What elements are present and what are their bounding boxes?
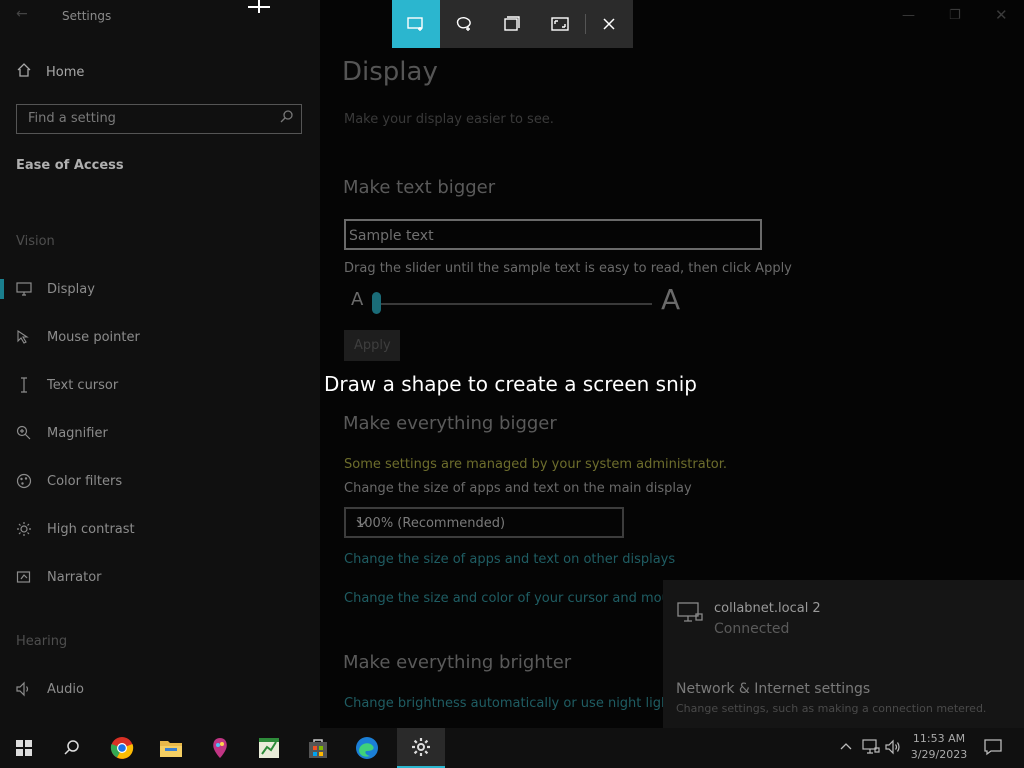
clock-date: 3/29/2023 [910,748,968,761]
text-size-slider-track[interactable] [378,303,652,305]
scale-dropdown[interactable]: 100% (Recommended) [344,507,624,538]
make-text-bigger-heading: Make text bigger [343,177,496,198]
sample-text: Sample text [349,228,434,244]
sidebar-item-magnifier[interactable]: Magnifier [16,425,108,441]
network-settings-link[interactable]: Network & Internet settings [676,681,870,697]
snip-toolbar [392,0,633,48]
clock-time: 11:53 AM [912,732,966,745]
sidebar-item-label: Magnifier [47,425,108,441]
selected-indicator [0,279,4,299]
window-snip-icon[interactable] [488,0,536,48]
sidebar-item-color-filters[interactable]: Color filters [16,473,122,489]
sidebar-item-mouse-pointer[interactable]: Mouse pointer [16,329,140,345]
volume-icon[interactable] [885,739,901,759]
window-close-icon[interactable]: ✕ [995,6,1008,24]
apply-button[interactable]: Apply [344,330,400,361]
home-label: Home [46,64,85,80]
make-everything-bigger-heading: Make everything bigger [343,413,557,434]
sidebar-item-audio[interactable]: Audio [16,681,84,697]
sidebar-item-label: Narrator [47,569,102,585]
mouse-pointer-icon [16,329,32,345]
link-brightness[interactable]: Change brightness automatically or use n… [344,696,674,711]
sidebar-item-display[interactable]: Display [16,281,95,297]
crosshair-cursor-bar [248,6,270,8]
sidebar-item-label: Color filters [47,473,123,489]
back-arrow-icon[interactable]: ← [16,6,28,22]
spreadsheet-icon[interactable] [245,728,293,768]
network-flyout: collabnet.local 2 Connected Network & In… [663,580,1024,728]
sample-text-box: Sample text [344,219,762,250]
audio-icon [16,681,32,697]
snip-instruction: Draw a shape to create a screen snip [324,372,697,396]
scale-label: Change the size of apps and text on the … [344,481,692,496]
slider-hint: Drag the slider until the sample text is… [344,261,792,276]
file-explorer-icon[interactable] [147,728,195,768]
text-cursor-icon [16,377,32,393]
chrome-icon[interactable] [98,728,146,768]
freeform-snip-icon[interactable] [440,0,488,48]
network-status: Connected [714,621,790,637]
sidebar-item-label: High contrast [47,521,135,537]
search-icon[interactable] [279,109,295,129]
minimize-icon[interactable]: — [902,8,915,23]
close-icon[interactable] [585,0,633,48]
taskbar-clock[interactable]: 11:53 AM 3/29/2023 [905,731,973,763]
slider-small-a: A [351,289,364,310]
make-everything-brighter-heading: Make everything brighter [343,652,572,673]
color-filters-icon [16,473,32,489]
search-icon[interactable] [48,728,96,768]
settings-gear-icon[interactable] [397,728,445,768]
taskbar: 11:53 AM 3/29/2023 [0,728,1024,768]
high-contrast-icon [16,521,32,537]
sidebar-item-label: Text cursor [47,377,119,393]
page-title: Display [342,57,438,87]
group-vision-heading: Vision [16,234,55,249]
sidebar-item-narrator[interactable]: Narrator [16,569,102,585]
sidebar-item-high-contrast[interactable]: High contrast [16,521,135,537]
network-ethernet-icon [677,601,703,627]
sidebar-item-label: Mouse pointer [47,329,140,345]
edge-icon[interactable] [343,728,391,768]
sidebar-item-text-cursor[interactable]: Text cursor [16,377,118,393]
apply-label: Apply [354,338,391,353]
window-title: Settings [62,9,112,23]
section-heading: Ease of Access [16,158,124,173]
text-size-slider-thumb[interactable] [372,292,381,314]
windows-start-icon[interactable] [0,728,48,768]
settings-sidebar: ← Settings Home Find a setting Ease of A… [0,0,320,728]
settings-search-input[interactable]: Find a setting [16,104,302,134]
network-tray-icon[interactable] [862,739,880,759]
magnifier-icon [16,425,32,441]
monitor-icon [16,281,32,297]
search-placeholder: Find a setting [28,111,116,126]
network-name[interactable]: collabnet.local 2 [714,601,821,616]
network-settings-description: Change settings, such as making a connec… [676,702,987,715]
action-center-icon[interactable] [984,738,1002,760]
link-cursor-size[interactable]: Change the size and color of your cursor… [344,591,685,606]
home-icon [16,62,32,82]
chevron-down-icon [356,516,612,532]
group-hearing-heading: Hearing [16,634,68,649]
sidebar-item-label: Audio [47,681,84,697]
sidebar-item-home[interactable]: Home [16,62,84,82]
link-other-displays[interactable]: Change the size of apps and text on othe… [344,552,675,567]
chevron-up-icon[interactable] [839,739,853,758]
fullscreen-snip-icon[interactable] [536,0,584,48]
page-subtitle: Make your display easier to see. [344,112,554,127]
rectangular-snip-icon[interactable] [392,0,440,48]
maximize-icon[interactable]: ❐ [949,8,961,23]
sidebar-item-label: Display [47,281,95,297]
slider-large-a: A [661,283,681,316]
store-icon[interactable] [294,728,342,768]
admin-note: Some settings are managed by your system… [344,457,728,472]
narrator-icon [16,569,32,585]
paint-icon[interactable] [196,728,244,768]
